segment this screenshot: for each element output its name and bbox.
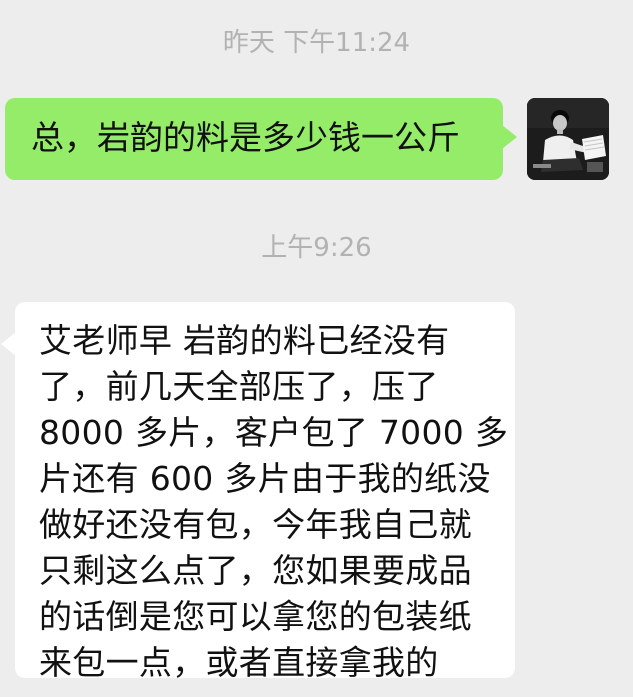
- incoming-message-line: 的话倒是您可以拿您的包装纸: [39, 597, 472, 636]
- timestamp-yesterday: 昨天 下午11:24: [222, 28, 411, 58]
- outgoing-message-text: 总，岩韵的料是多少钱一公斤: [31, 118, 460, 157]
- timestamp-morning: 上午9:26: [261, 233, 372, 263]
- incoming-message-bubble[interactable]: 艾老师早 岩韵的料已经没有 了，前几天全部压了，压了 8000 多片，客户包了 …: [1, 302, 515, 682]
- bubble-tail: [1, 332, 16, 356]
- user-avatar[interactable]: [527, 98, 609, 180]
- outgoing-message-bubble[interactable]: 总，岩韵的料是多少钱一公斤: [5, 98, 517, 180]
- incoming-message-line: 只剩这么点了，您如果要成品: [39, 551, 472, 590]
- avatar-photo-icon: [527, 98, 609, 180]
- incoming-message-line: 8000 多片，客户包了 7000 多: [39, 413, 509, 452]
- incoming-message-line: 片还有 600 多片由于我的纸没: [39, 459, 491, 498]
- incoming-message-line: 来包一点，或者直接拿我的: [39, 643, 439, 682]
- incoming-message-line: 艾老师早 岩韵的料已经没有: [39, 321, 450, 360]
- bubble-tail: [502, 125, 517, 149]
- incoming-message-line: 了，前几天全部压了，压了: [39, 367, 439, 406]
- incoming-message-line: 做好还没有包，今年我自己就: [39, 505, 472, 544]
